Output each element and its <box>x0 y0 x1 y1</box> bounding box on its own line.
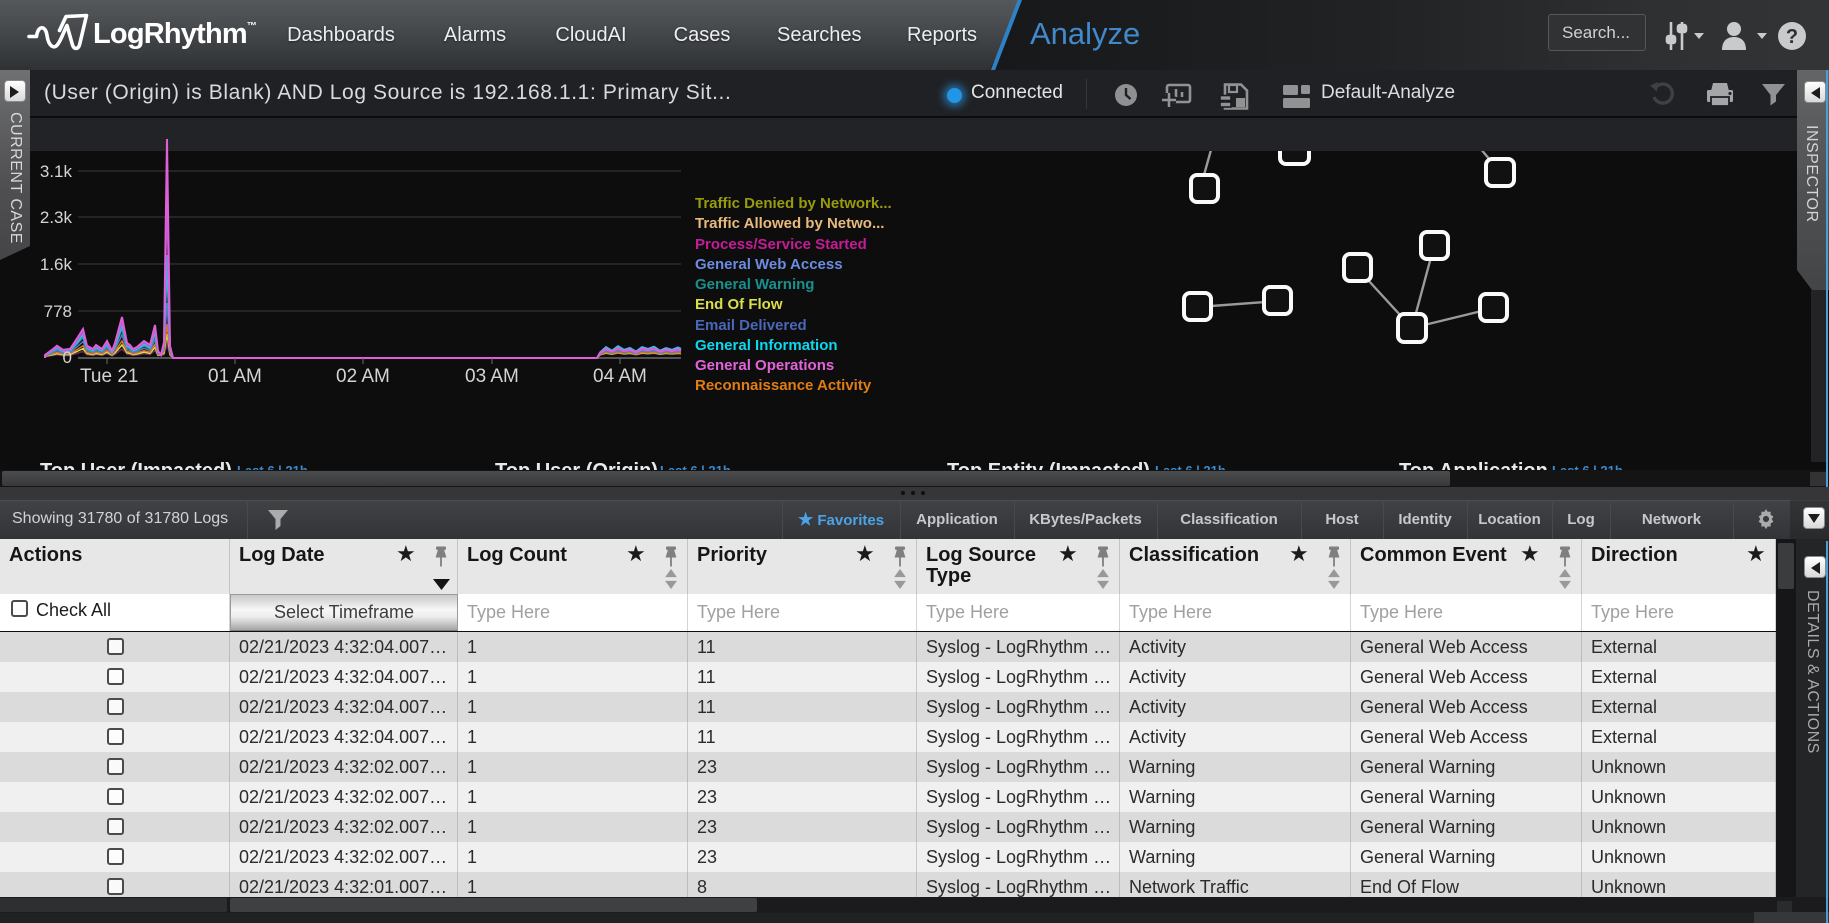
svg-text:?: ? <box>1786 26 1798 48</box>
